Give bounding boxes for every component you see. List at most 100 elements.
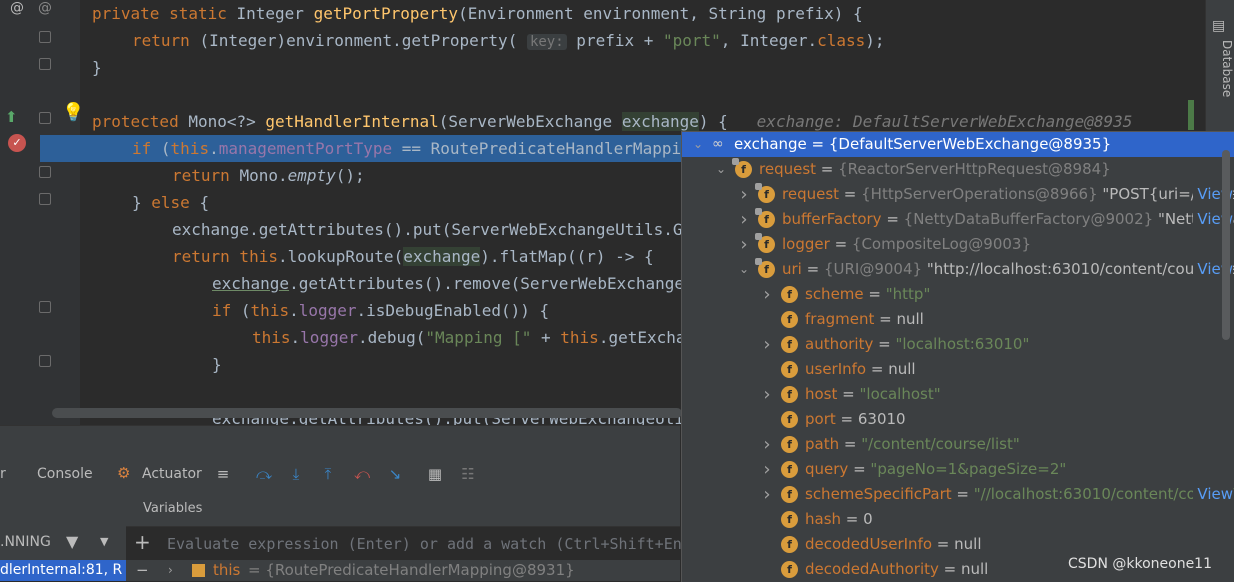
code-token: "port" [663, 31, 721, 50]
fold-marker-icon[interactable] [39, 301, 51, 313]
evaluate-expression-input[interactable]: Evaluate expression (Enter) or add a wat… [167, 535, 718, 553]
tree-row[interactable]: › f logger = {CompositeLog@9003} [682, 232, 1234, 257]
variable-row[interactable]: − › this = {RoutePredicateHandlerMapping… [126, 560, 680, 581]
tree-row[interactable]: ⌄ f request = {ReactorServerHttpRequest@89… [682, 157, 1234, 182]
stack-frame-item[interactable]: dlerInternal:81, R [0, 562, 122, 578]
code-line[interactable]: return (Integer)environment.getProperty(… [132, 27, 885, 54]
implements-method-icon[interactable]: ⬆ [5, 108, 18, 126]
field-name: decodedAuthority [805, 560, 939, 578]
code-token: return [132, 31, 200, 50]
code-line[interactable]: return Mono.empty(); [172, 162, 365, 189]
field-icon: f [781, 336, 798, 353]
step-into-icon[interactable]: ⤓ [286, 464, 306, 484]
tree-row[interactable]: › f scheme = "http" [682, 282, 1234, 307]
tree-row[interactable]: f userInfo = null [682, 357, 1234, 382]
chevron-right-icon[interactable]: › [168, 563, 173, 577]
chevron-right-icon[interactable]: › [738, 232, 750, 257]
popup-scrollbar[interactable] [1222, 150, 1230, 340]
field-icon: f [755, 183, 775, 203]
horizontal-scrollbar[interactable] [52, 408, 682, 418]
evaluate-icon[interactable]: ▦ [425, 464, 445, 484]
code-line[interactable]: private static Integer getPortProperty(E… [92, 0, 863, 27]
tree-row[interactable]: f port = 63010 [682, 407, 1234, 432]
code-token: . [209, 139, 219, 158]
code-line[interactable]: } else { [132, 189, 209, 216]
fold-marker-icon[interactable] [39, 166, 51, 178]
watermark: CSDN @kkoneone11 [1068, 556, 1212, 572]
inline-debug-value: exchange: DefaultServerWebExchange@8935 [756, 112, 1133, 131]
chevron-down-icon[interactable]: ▼ [100, 535, 108, 548]
tree-row-text: request = {ReactorServerHttpRequest@8984… [759, 160, 1111, 178]
fold-marker-icon[interactable] [39, 193, 51, 205]
chevron-right-icon[interactable]: › [761, 482, 773, 507]
annotation-icon: @ [38, 0, 52, 16]
tree-row-text: port = 63010 [805, 410, 906, 428]
chevron-right-icon[interactable]: › [738, 207, 750, 232]
override-icon[interactable]: @ [10, 0, 24, 16]
tree-row[interactable]: › f query = "pageNo=1&pageSize=2" [682, 457, 1234, 482]
field-icon: f [755, 208, 775, 228]
field-icon: f [781, 536, 798, 553]
chevron-right-icon[interactable]: › [761, 382, 773, 407]
tree-row[interactable]: ⌄ ∞ exchange = {DefaultServerWebExchange@8… [682, 132, 1234, 157]
inline-value-popup[interactable]: ⌄ ∞ exchange = {DefaultServerWebExchange@8… [681, 131, 1234, 582]
chevron-right-icon[interactable]: › [761, 332, 773, 357]
tree-row-text: query = "pageNo=1&pageSize=2" [805, 460, 1067, 478]
filter-icon[interactable]: ▼ [66, 532, 78, 551]
minus-icon[interactable]: − [136, 561, 149, 579]
code-line[interactable]: return this.lookupRoute(exchange).flatMa… [172, 243, 654, 270]
fold-marker-icon[interactable] [39, 31, 51, 43]
tree-row[interactable]: › f bufferFactory = {NettyDataBufferFactor… [682, 207, 1234, 232]
chevron-down-icon[interactable]: ⌄ [738, 257, 750, 282]
field-type: {NettyDataBufferFactory@9002} [903, 210, 1158, 228]
debug-toolbar [0, 425, 680, 457]
code-token: getHandlerInternal [265, 112, 439, 131]
code-token: .isDebugEnabled()) { [356, 301, 550, 320]
field-value: "http" [885, 285, 931, 303]
add-watch-icon[interactable]: + [134, 530, 151, 554]
chevron-down-icon[interactable]: ⌄ [715, 157, 727, 182]
tab-actuator[interactable]: Actuator [142, 456, 202, 492]
view-link[interactable]: View [1193, 482, 1233, 507]
code-token: ).flatMap((r) -> { [480, 247, 654, 266]
chevron-right-icon[interactable]: › [761, 457, 773, 482]
chevron-right-icon[interactable]: › [761, 282, 773, 307]
code-line[interactable]: } [212, 351, 222, 378]
tree-row[interactable]: f hash = 0 [682, 507, 1234, 532]
tree-row[interactable]: › f path = "/content/course/list" [682, 432, 1234, 457]
chevron-down-icon[interactable]: ⌄ [692, 132, 704, 157]
menu-icon[interactable]: ≡ [213, 464, 233, 484]
watch-glasses-icon: ∞ [712, 136, 724, 152]
fold-marker-icon[interactable] [39, 112, 51, 124]
tab-debugger[interactable]: r [0, 456, 6, 492]
database-icon: ▤ [1212, 18, 1226, 34]
tree-row[interactable]: f fragment = null [682, 307, 1234, 332]
step-out-icon[interactable]: ⤒ [318, 464, 338, 484]
drop-frame-icon[interactable]: ⤺ [352, 464, 372, 484]
tree-row[interactable]: ⌄ f uri = {URI@9004} "http://localhost:630… [682, 257, 1234, 282]
tab-console[interactable]: Console [37, 456, 93, 492]
tree-row[interactable]: › f schemeSpecificPart = "//localhost:6301… [682, 482, 1234, 507]
run-to-cursor-icon[interactable]: ↘ [385, 464, 405, 484]
code-line[interactable]: } [92, 54, 102, 81]
tree-row-text: scheme = "http" [805, 285, 931, 303]
fold-marker-icon[interactable] [39, 355, 51, 367]
lightbulb-icon[interactable]: 💡 [62, 102, 84, 123]
tree-row[interactable]: › f authority = "localhost:63010" [682, 332, 1234, 357]
tree-row-text: path = "/content/course/list" [805, 435, 1020, 453]
field-value: "pageNo=1&pageSize=2" [870, 460, 1067, 478]
code-line[interactable]: if (this.logger.isDebugEnabled()) { [212, 297, 549, 324]
tree-row[interactable]: f decodedUserInfo = null [682, 532, 1234, 557]
trace-icon[interactable]: ☷ [458, 464, 478, 484]
chevron-right-icon[interactable]: › [761, 432, 773, 457]
code-token: Integer [236, 4, 314, 23]
fold-marker-icon[interactable] [39, 58, 51, 70]
step-over-icon[interactable]: ⤼ [254, 464, 274, 484]
field-name: port [805, 410, 836, 428]
thread-status[interactable]: .NNING [0, 534, 51, 550]
chevron-right-icon[interactable]: › [738, 182, 750, 207]
database-tool-tab[interactable]: Database [1205, 40, 1234, 110]
tree-row[interactable]: › f request = {HttpServerOperations@8966} … [682, 182, 1234, 207]
breakpoint-icon[interactable]: ✓ [8, 134, 26, 152]
tree-row[interactable]: › f host = "localhost" [682, 382, 1234, 407]
